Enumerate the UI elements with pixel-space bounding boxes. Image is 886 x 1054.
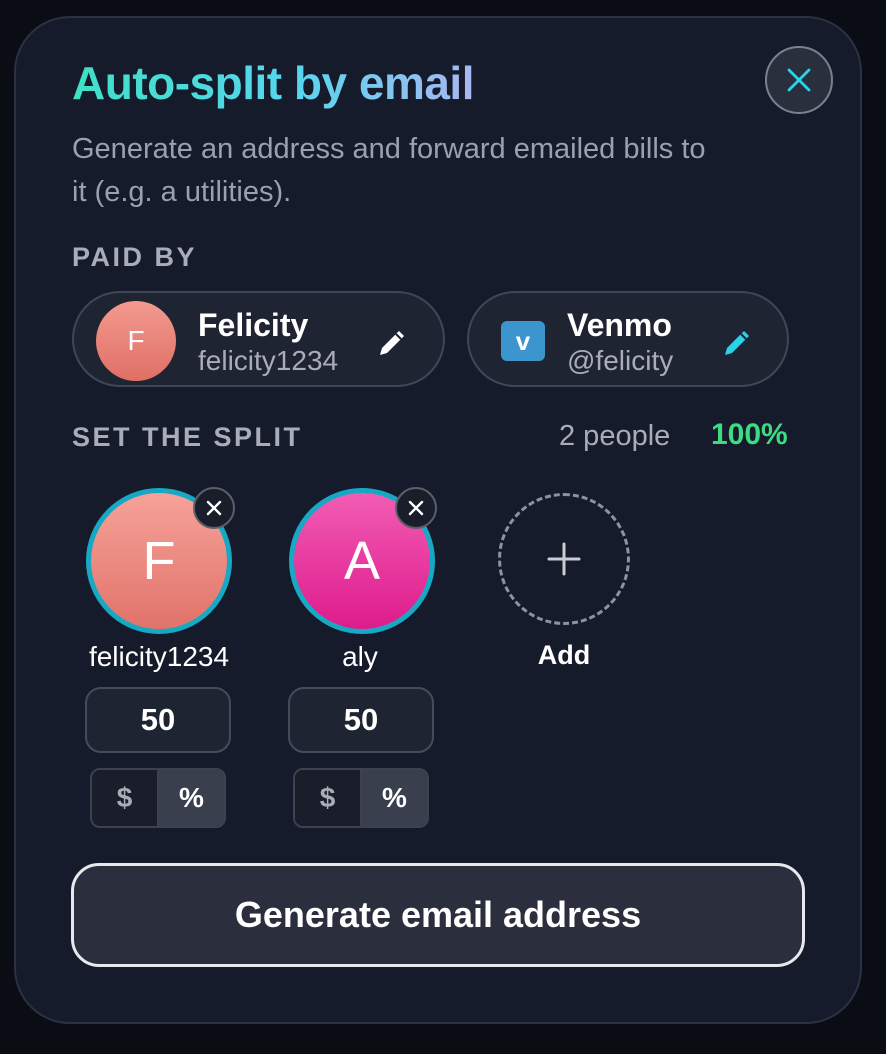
unit-percent-option[interactable]: %: [159, 770, 224, 826]
split-amount-input[interactable]: 50: [288, 687, 434, 753]
unit-toggle: $ %: [90, 768, 226, 828]
member-name: aly: [342, 641, 378, 672]
set-split-label: SET THE SPLIT: [72, 422, 303, 452]
unit-percent-option[interactable]: %: [362, 770, 427, 826]
venmo-icon: v: [501, 321, 545, 361]
pencil-icon[interactable]: [719, 325, 755, 361]
payer-handle: felicity1234: [198, 345, 339, 376]
payer-avatar: F: [96, 301, 176, 381]
close-icon: [408, 500, 424, 516]
split-amount-input[interactable]: 50: [85, 687, 231, 753]
people-count: 2 people: [559, 420, 671, 452]
add-member-label: Add: [537, 640, 591, 670]
payment-method-handle: @felicity: [567, 345, 674, 376]
pencil-icon[interactable]: [374, 325, 410, 361]
payment-method-name: Venmo: [567, 307, 672, 343]
modal-subtitle: Generate an address and forward emailed …: [72, 133, 706, 208]
unit-toggle: $ %: [293, 768, 429, 828]
remove-member-button[interactable]: [193, 487, 235, 529]
split-total-percent: 100%: [711, 418, 788, 451]
add-member-button[interactable]: [498, 493, 630, 625]
unit-dollar-option[interactable]: $: [92, 770, 159, 826]
paid-by-label: PAID BY: [72, 242, 198, 272]
modal-title: Auto-split by email: [72, 57, 474, 109]
close-icon: [206, 500, 222, 516]
close-icon: [787, 68, 811, 92]
plus-icon: [547, 542, 581, 576]
generate-email-button[interactable]: Generate email address: [71, 863, 805, 967]
payment-method-selector[interactable]: v Venmo @felicity: [467, 291, 789, 387]
unit-dollar-option[interactable]: $: [295, 770, 362, 826]
payer-selector[interactable]: F Felicity felicity1234: [72, 291, 445, 387]
payer-name: Felicity: [198, 307, 309, 343]
member-name: felicity1234: [88, 641, 230, 672]
remove-member-button[interactable]: [395, 487, 437, 529]
close-button[interactable]: [765, 46, 833, 114]
